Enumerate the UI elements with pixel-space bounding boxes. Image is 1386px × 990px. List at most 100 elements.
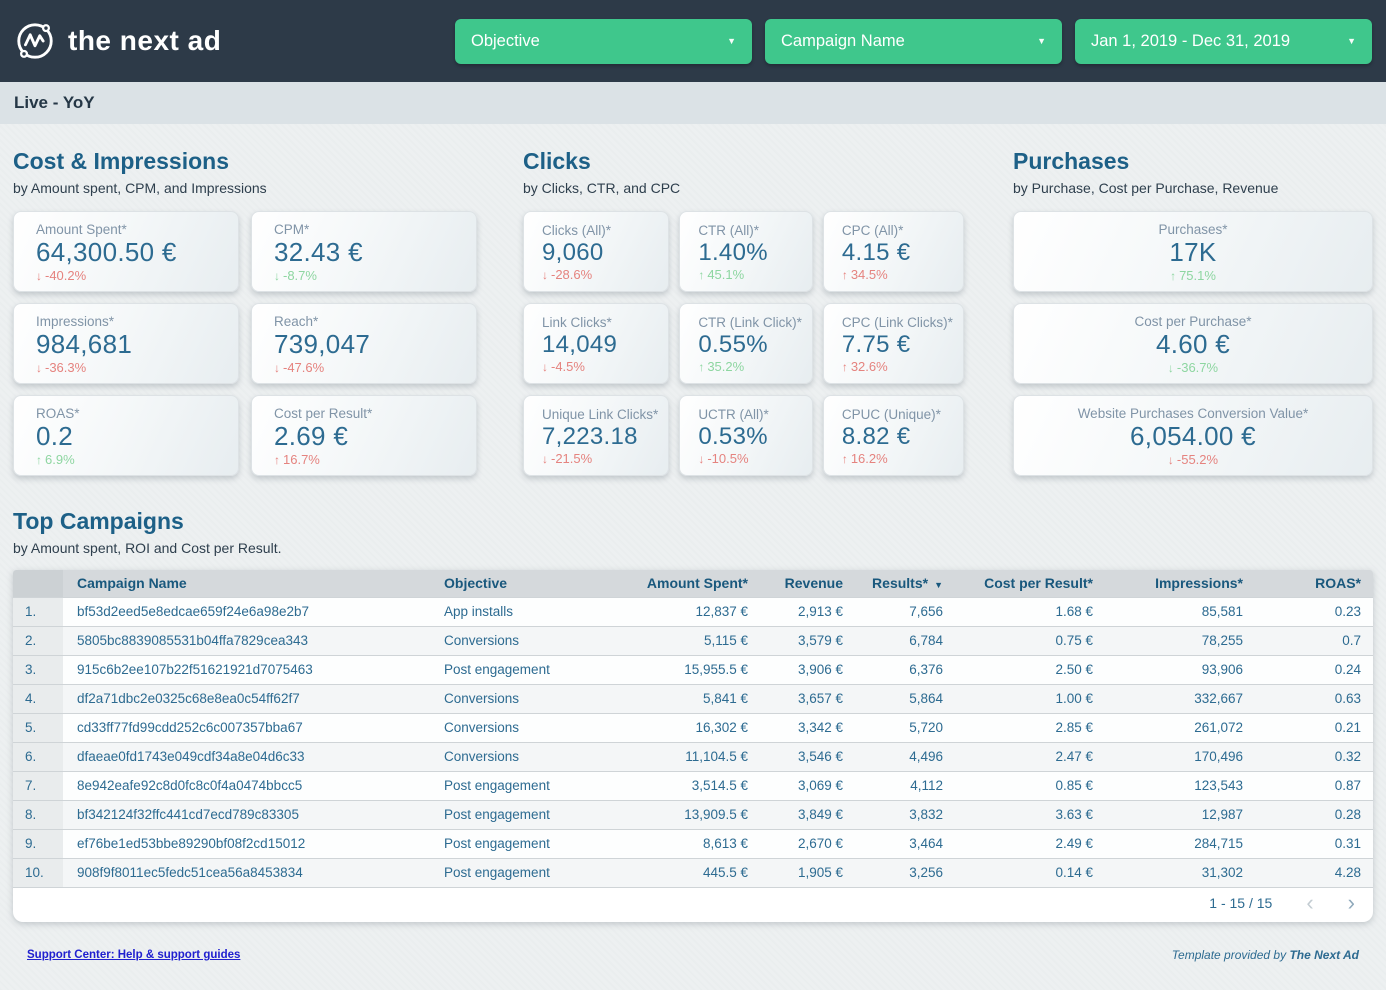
- table-row: 5. cd33ff77fd99cdd252c6c007357bba67Conve…: [13, 713, 1373, 742]
- cell-impressions: 93,906: [1105, 655, 1255, 684]
- kpi-label: ROAS*: [36, 406, 228, 421]
- cell-revenue: 3,849 €: [760, 800, 855, 829]
- kpi-delta: ↑45.1%: [698, 267, 802, 282]
- template-credit: Template provided by The Next Ad: [1172, 948, 1359, 962]
- cell-impressions: 284,715: [1105, 829, 1255, 858]
- kpi-label: CTR (Link Click)*: [698, 315, 802, 330]
- column-header-campaign-name[interactable]: Campaign Name: [63, 570, 430, 597]
- cell-cost-per-result: 0.85 €: [955, 771, 1105, 800]
- cell-roas: 0.31: [1255, 829, 1373, 858]
- kpi-value: 0.2: [36, 422, 228, 452]
- cell-objective: Conversions: [430, 684, 590, 713]
- cell-amount-spent: 445.5 €: [590, 858, 760, 887]
- kpi-delta-text: 32.6%: [851, 359, 888, 374]
- section-subtitle: by Purchase, Cost per Purchase, Revenue: [1013, 180, 1373, 196]
- cell-results: 5,864: [855, 684, 955, 713]
- cell-campaign-name: 5805bc8839085531b04ffa7829cea343: [63, 626, 430, 655]
- kpi-value: 4.15 €: [842, 239, 953, 267]
- column-header-amount-spent[interactable]: Amount Spent*: [590, 570, 760, 597]
- prev-page-chevron-icon[interactable]: ‹: [1306, 896, 1313, 910]
- kpi-delta: ↓-36.3%: [36, 360, 228, 375]
- cell-roas: 0.87: [1255, 771, 1373, 800]
- cell-cost-per-result: 3.63 €: [955, 800, 1105, 829]
- kpi-delta: ↑34.5%: [842, 267, 953, 282]
- table-row: 1. bf53d2eed5e8edcae659f24e6a98e2b7App i…: [13, 597, 1373, 626]
- column-header-impressions[interactable]: Impressions*: [1105, 570, 1255, 597]
- cell-campaign-name: bf53d2eed5e8edcae659f24e6a98e2b7: [63, 597, 430, 626]
- kpi-delta-text: -36.3%: [45, 360, 86, 375]
- kpi-delta-text: -8.7%: [283, 268, 317, 283]
- section-clicks: Clicks by Clicks, CTR, and CPC Clicks (A…: [523, 148, 908, 476]
- cell-campaign-name: dfaeae0fd1743e049cdf34a8e04d6c33: [63, 742, 430, 771]
- kpi-label: Reach*: [274, 314, 466, 329]
- cell-revenue: 3,906 €: [760, 655, 855, 684]
- kpi-delta-text: 34.5%: [851, 267, 888, 282]
- section-title: Cost & Impressions: [13, 148, 477, 175]
- table-row: 7. 8e942eafe92c8d0fc8c0f4a0474bbcc5Post …: [13, 771, 1373, 800]
- filter-jan-1-2019-dec-31-2019[interactable]: Jan 1, 2019 - Dec 31, 2019 ▼: [1075, 19, 1372, 64]
- kpi-delta: ↑6.9%: [36, 452, 228, 467]
- cell-revenue: 3,546 €: [760, 742, 855, 771]
- kpi-delta: ↓-36.7%: [1024, 360, 1362, 375]
- kpi-label: Cost per Purchase*: [1024, 314, 1362, 329]
- cell-results: 3,464: [855, 829, 955, 858]
- column-header-cost-per-result[interactable]: Cost per Result*: [955, 570, 1105, 597]
- brand-logo-icon: [14, 20, 56, 62]
- kpi-delta: ↑35.2%: [698, 359, 802, 374]
- filter-label: Campaign Name: [781, 32, 905, 51]
- kpi-value: 984,681: [36, 330, 228, 360]
- sort-caret-icon: ▼: [934, 580, 943, 590]
- support-center-link[interactable]: Support Center: Help & support guides: [27, 949, 240, 961]
- row-index: 7.: [13, 771, 63, 800]
- report-body: Cost & Impressions by Amount spent, CPM,…: [0, 124, 1386, 962]
- row-index: 9.: [13, 829, 63, 858]
- brand-wordmark: the next ad: [68, 25, 221, 57]
- cell-cost-per-result: 0.75 €: [955, 626, 1105, 655]
- table-row: 9. ef76be1ed53bbe89290bf08f2cd15012Post …: [13, 829, 1373, 858]
- arrow-up-icon: ↑: [274, 453, 280, 467]
- arrow-down-icon: ↓: [542, 360, 548, 374]
- column-header-results[interactable]: Results*▼: [855, 570, 955, 597]
- cell-objective: Post engagement: [430, 858, 590, 887]
- kpi-label: CPC (All)*: [842, 223, 953, 238]
- table-row: 8. bf342124f32ffc441cd7ecd789c83305Post …: [13, 800, 1373, 829]
- kpi-delta-text: 45.1%: [707, 267, 744, 282]
- template-credit-brand: The Next Ad: [1289, 948, 1359, 962]
- cell-revenue: 1,905 €: [760, 858, 855, 887]
- cell-amount-spent: 3,514.5 €: [590, 771, 760, 800]
- top-campaigns-title: Top Campaigns: [13, 508, 1373, 535]
- table-row: 6. dfaeae0fd1743e049cdf34a8e04d6c33Conve…: [13, 742, 1373, 771]
- top-bar: the next ad Objective ▼ Campaign Name ▼ …: [0, 0, 1386, 82]
- column-header-revenue[interactable]: Revenue: [760, 570, 855, 597]
- kpi-value: 0.53%: [698, 423, 802, 451]
- section-purchases: Purchases by Purchase, Cost per Purchase…: [1013, 148, 1373, 476]
- cell-amount-spent: 15,955.5 €: [590, 655, 760, 684]
- kpi-delta-text: 6.9%: [45, 452, 75, 467]
- cell-impressions: 332,667: [1105, 684, 1255, 713]
- row-index: 2.: [13, 626, 63, 655]
- column-header-label: Cost per Result*: [984, 575, 1093, 591]
- filter-campaign-name[interactable]: Campaign Name ▼: [765, 19, 1062, 64]
- filter-label: Jan 1, 2019 - Dec 31, 2019: [1091, 32, 1290, 51]
- column-header-label: Revenue: [785, 575, 843, 591]
- cell-results: 5,720: [855, 713, 955, 742]
- filter-label: Objective: [471, 32, 540, 51]
- column-header-index: [13, 570, 63, 597]
- cell-results: 4,496: [855, 742, 955, 771]
- kpi-value: 14,049: [542, 331, 658, 359]
- cell-revenue: 2,670 €: [760, 829, 855, 858]
- filter-objective[interactable]: Objective ▼: [455, 19, 752, 64]
- cell-campaign-name: cd33ff77fd99cdd252c6c007357bba67: [63, 713, 430, 742]
- cell-revenue: 3,342 €: [760, 713, 855, 742]
- column-header-roas[interactable]: ROAS*: [1255, 570, 1373, 597]
- column-header-objective[interactable]: Objective: [430, 570, 590, 597]
- cell-roas: 0.28: [1255, 800, 1373, 829]
- dashboard-page: the next ad Objective ▼ Campaign Name ▼ …: [0, 0, 1386, 962]
- view-tab-bar: Live - YoY: [0, 82, 1386, 124]
- kpi-sections: Cost & Impressions by Amount spent, CPM,…: [13, 148, 1373, 476]
- cell-cost-per-result: 2.85 €: [955, 713, 1105, 742]
- kpi-value: 739,047: [274, 330, 466, 360]
- next-page-chevron-icon[interactable]: ›: [1348, 896, 1355, 910]
- cell-objective: Post engagement: [430, 655, 590, 684]
- chevron-down-icon: ▼: [1347, 36, 1356, 46]
